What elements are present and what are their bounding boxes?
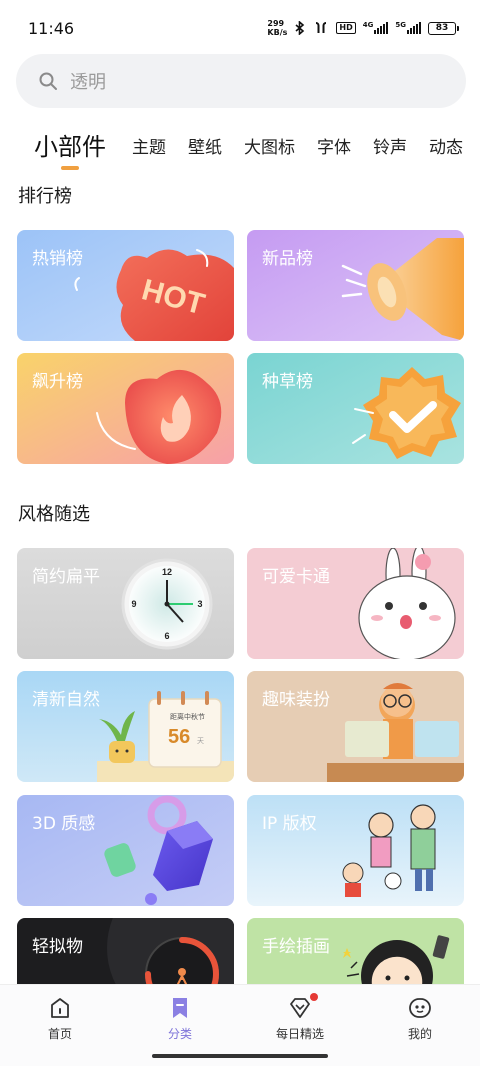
card-label: 可爱卡通: [262, 567, 330, 587]
card-label: 轻拟物: [32, 937, 83, 957]
card-label: 新品榜: [262, 249, 313, 269]
clock-number-6: 6: [164, 631, 169, 641]
tab-dynamic[interactable]: 动态: [429, 133, 463, 174]
notification-dot: [310, 993, 318, 1001]
net-speed: 299 KB/s: [267, 19, 287, 37]
search-icon: [39, 72, 57, 90]
card-3d-texture[interactable]: 3D 质感: [17, 795, 234, 906]
sim2-label: 5G: [395, 21, 406, 29]
home-indicator[interactable]: [152, 1054, 328, 1058]
card-fresh-natural[interactable]: 距离中秋节 56 天 清新自然: [17, 671, 234, 782]
nav-profile[interactable]: 我的: [360, 985, 480, 1066]
card-minimal-flat[interactable]: 12 3 6 9 简约扁平: [17, 548, 234, 659]
signal-sim2-icon: 5G: [395, 22, 421, 34]
card-label: 飙升榜: [32, 372, 83, 392]
sim1-label: 4G: [362, 21, 374, 29]
card-label: 手绘插画: [262, 937, 330, 957]
clock-number-12: 12: [162, 567, 172, 577]
tab-widgets[interactable]: 小部件: [34, 127, 106, 174]
nav-home[interactable]: 首页: [0, 985, 120, 1066]
card-fun-dressup[interactable]: 趣味装扮: [247, 671, 464, 782]
tab-themes[interactable]: 主题: [132, 133, 166, 174]
card-label: 清新自然: [32, 690, 100, 710]
card-label: IP 版权: [262, 814, 317, 834]
calendar-unit: 天: [197, 737, 204, 745]
tab-fonts[interactable]: 字体: [317, 133, 351, 174]
card-cute-cartoon[interactable]: 可爱卡通: [247, 548, 464, 659]
net-speed-value: 299: [267, 19, 285, 28]
card-label: 简约扁平: [32, 567, 100, 587]
card-recommended[interactable]: 种草榜: [247, 353, 464, 464]
face-icon: [409, 998, 431, 1018]
calendar-number: 56: [168, 726, 190, 748]
nav-home-label: 首页: [47, 1027, 72, 1041]
tab-big-icons[interactable]: 大图标: [244, 133, 295, 174]
battery-icon: 83: [428, 21, 459, 35]
card-hot-sales[interactable]: HOT 热销榜: [17, 230, 234, 341]
clock-number-9: 9: [131, 599, 136, 609]
nav-category-label: 分类: [167, 1027, 192, 1041]
bookmark-icon: [173, 998, 187, 1018]
card-label: 热销榜: [32, 249, 83, 269]
signal-sim1-icon: 4G: [363, 22, 389, 34]
category-tabs: 小部件 主题 壁纸 大图标 字体 铃声 动态: [0, 124, 480, 174]
status-time: 11:46: [28, 18, 75, 38]
calendar-caption: 距离中秋节: [170, 712, 205, 721]
bluetooth-icon: [295, 21, 305, 35]
nav-profile-label: 我的: [407, 1027, 432, 1041]
tab-ringtones[interactable]: 铃声: [373, 133, 407, 174]
clock-number-3: 3: [197, 599, 202, 609]
home-icon: [51, 998, 69, 1018]
card-label: 种草榜: [262, 372, 313, 392]
status-bar: 11:46 299 KB/s HD 4G 5G 83: [0, 0, 480, 56]
net-speed-unit: KB/s: [267, 28, 288, 37]
hd-badge: HD: [336, 22, 356, 34]
card-new-products[interactable]: 新品榜: [247, 230, 464, 341]
nav-daily-picks-label: 每日精选: [275, 1027, 324, 1041]
search-placeholder: 透明: [70, 72, 106, 93]
card-rising[interactable]: 飙升榜: [17, 353, 234, 464]
rankings-title: 排行榜: [18, 186, 72, 207]
styles-title: 风格随选: [18, 504, 90, 525]
tab-wallpapers[interactable]: 壁纸: [188, 133, 222, 174]
card-ip-licensed[interactable]: IP 版权: [247, 795, 464, 906]
diamond-icon: [290, 998, 310, 1018]
search-bar[interactable]: 透明: [16, 54, 466, 108]
card-label: 3D 质感: [32, 814, 96, 834]
status-icons: 299 KB/s HD 4G 5G 83: [267, 19, 459, 37]
card-label: 趣味装扮: [262, 690, 330, 710]
earbuds-icon: [316, 22, 327, 33]
